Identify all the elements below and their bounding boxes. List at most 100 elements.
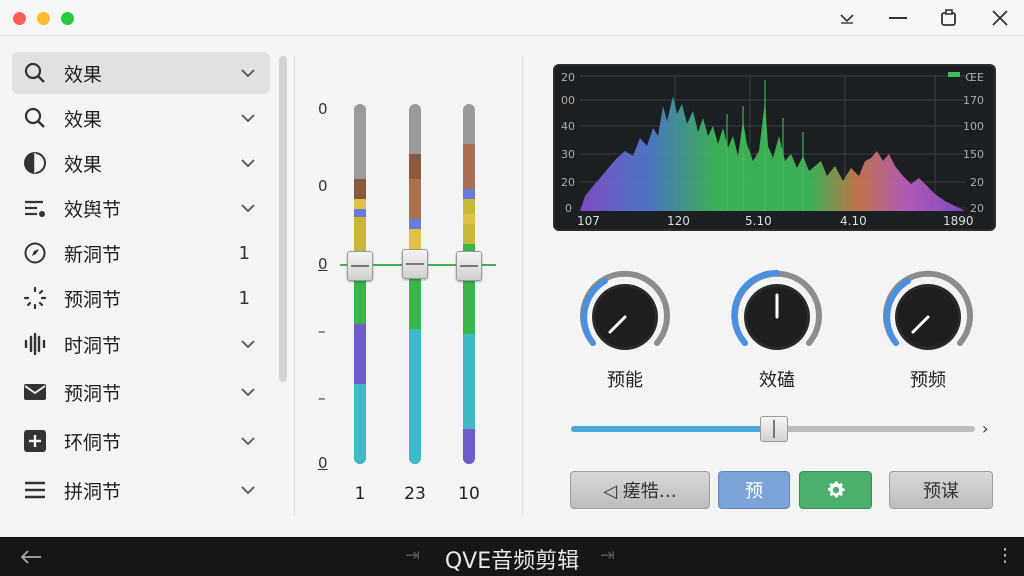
scale-label: –: [318, 389, 326, 407]
sidebar-item-label: 预洞节: [64, 288, 122, 311]
envelope-icon: [22, 379, 48, 405]
minimize-icon[interactable]: [884, 6, 912, 30]
fader-label: 23: [404, 484, 426, 504]
sidebar-item-label: 环侗节: [64, 431, 122, 454]
sidebar-item-ring-section[interactable]: 环侗节: [12, 420, 270, 462]
x-axis-label: 5.10: [745, 214, 772, 228]
knob-2[interactable]: [727, 265, 827, 365]
back-button-label: ◁ 瘥牿…: [603, 481, 677, 502]
back-button[interactable]: ◁ 瘥牿…: [570, 471, 710, 509]
search-icon: [22, 105, 48, 131]
chevron-down-icon: [241, 69, 255, 78]
sidebar-item-effects-1[interactable]: 效果: [12, 52, 270, 94]
scale-label: 0: [318, 177, 328, 195]
slider-thumb[interactable]: [760, 416, 788, 442]
scale-label: –: [318, 322, 326, 340]
sidebar-item-effects-2[interactable]: 效果: [12, 97, 270, 139]
chevron-right-icon[interactable]: ›: [982, 419, 988, 438]
fader-handle[interactable]: [402, 249, 428, 279]
app-title: QVE音频剪辑: [444, 549, 580, 574]
close-icon[interactable]: [986, 6, 1014, 30]
chevron-down-icon: [241, 340, 255, 349]
minimize-window-button[interactable]: [37, 12, 50, 25]
y-axis-label: 20: [561, 71, 575, 84]
restore-icon[interactable]: [935, 6, 963, 30]
app-window: 效果 效果 效果 效舆节 新洞节 1 预洞节 1 时洞节 预洞节 环侗节 拼洞节…: [0, 0, 1024, 576]
x-axis-label: 107: [577, 214, 600, 228]
compass-icon: [22, 240, 48, 266]
y-axis-label: 20: [561, 176, 575, 189]
search-icon: [22, 60, 48, 86]
sidebar-item-label: 效果: [64, 63, 103, 86]
sidebar-item-label: 预洞节: [64, 382, 122, 405]
sidebar-item-label: 效果: [64, 153, 103, 176]
divider: [522, 56, 523, 516]
knob-label: 效磕: [759, 370, 795, 391]
sidebar-item-new-section[interactable]: 新洞节 1: [12, 232, 270, 274]
sidebar-item-merge-section[interactable]: 拼洞节: [12, 469, 270, 511]
fader-handle[interactable]: [347, 251, 373, 281]
bottom-bar: ⇥ QVE音频剪辑 ⇥ ⋮: [0, 537, 1024, 576]
divider: [294, 56, 295, 516]
x-axis-label: 120: [667, 214, 690, 228]
sidebar-item-preset-section[interactable]: 预洞节 1: [12, 277, 270, 319]
fader-handle[interactable]: [456, 251, 482, 281]
close-window-button[interactable]: [13, 12, 26, 25]
scale-label: 0: [318, 100, 328, 118]
sliders-icon: [22, 195, 48, 221]
chevron-down-icon: [241, 204, 255, 213]
y-axis-label: 0: [565, 202, 572, 215]
knob-dial[interactable]: [878, 265, 978, 365]
fader-track[interactable]: [409, 104, 421, 464]
title-bar: [0, 0, 1024, 36]
knob-label: 预频: [910, 370, 946, 391]
slider-fill: [571, 426, 767, 432]
chevron-down-icon: [241, 159, 255, 168]
chevron-down-icon: [241, 114, 255, 123]
gear-icon: [827, 481, 845, 498]
knob-1[interactable]: [575, 265, 675, 365]
sidebar-item-label: 拼洞节: [64, 480, 122, 503]
sidebar-item-label: 效果: [64, 108, 103, 131]
waveform-icon: [22, 331, 48, 357]
knob-dial[interactable]: [575, 265, 675, 365]
sidebar-item-effects-3[interactable]: 效果: [12, 142, 270, 184]
zoom-window-button[interactable]: [61, 12, 74, 25]
scale-label: 0: [318, 454, 328, 472]
count-badge: 1: [238, 242, 250, 264]
y-axis-label-right: 170: [963, 94, 984, 107]
sidebar-item-label: 新洞节: [64, 243, 122, 266]
count-badge: 1: [238, 287, 250, 309]
fader-track[interactable]: [354, 104, 366, 464]
chevron-down-icon: [241, 437, 255, 446]
settings-button[interactable]: [799, 471, 872, 509]
chevron-down-icon: [241, 486, 255, 495]
sidebar-item-preset-section-2[interactable]: 预洞节: [12, 371, 270, 413]
chevron-down-icon[interactable]: [833, 6, 861, 30]
y-axis-label-right: 150: [963, 148, 984, 161]
y-axis-label: 00: [561, 94, 575, 107]
half-circle-icon: [22, 150, 48, 176]
knob-3[interactable]: [878, 265, 978, 365]
knob-dial[interactable]: [727, 265, 827, 365]
sidebar-scrollbar[interactable]: [279, 56, 287, 382]
knob-label: 预能: [607, 370, 643, 391]
sidebar: 效果 效果 效果 效舆节 新洞节 1 预洞节 1 时洞节 预洞节 环侗节 拼洞节: [0, 44, 280, 534]
spectrum-graph: [580, 72, 965, 211]
x-axis-label: 4.10: [840, 214, 867, 228]
sidebar-item-time-section[interactable]: 时洞节: [12, 323, 270, 365]
fader-label: 1: [354, 484, 366, 504]
sidebar-item-label: 效舆节: [64, 198, 122, 221]
sidebar-item-effect-section[interactable]: 效舆节: [12, 187, 270, 229]
menu-icon: [22, 477, 48, 503]
plus-box-icon: [22, 428, 48, 454]
y-axis-label-right: 100: [963, 120, 984, 133]
plan-button[interactable]: 预谋: [889, 471, 993, 509]
y-axis-label-right: ŒE: [965, 71, 984, 84]
fader-track[interactable]: [463, 104, 475, 464]
mixer-panel: 0 0 0 – – 0 1 23 10: [300, 44, 520, 524]
y-axis-label-right: 20: [970, 176, 984, 189]
preview-button[interactable]: 预: [718, 471, 790, 509]
spectrum-analyzer: 20 00 40 30 20 0 ŒE 170 100 150 20 20 10…: [553, 64, 996, 231]
more-icon[interactable]: ⋮: [996, 545, 1014, 566]
